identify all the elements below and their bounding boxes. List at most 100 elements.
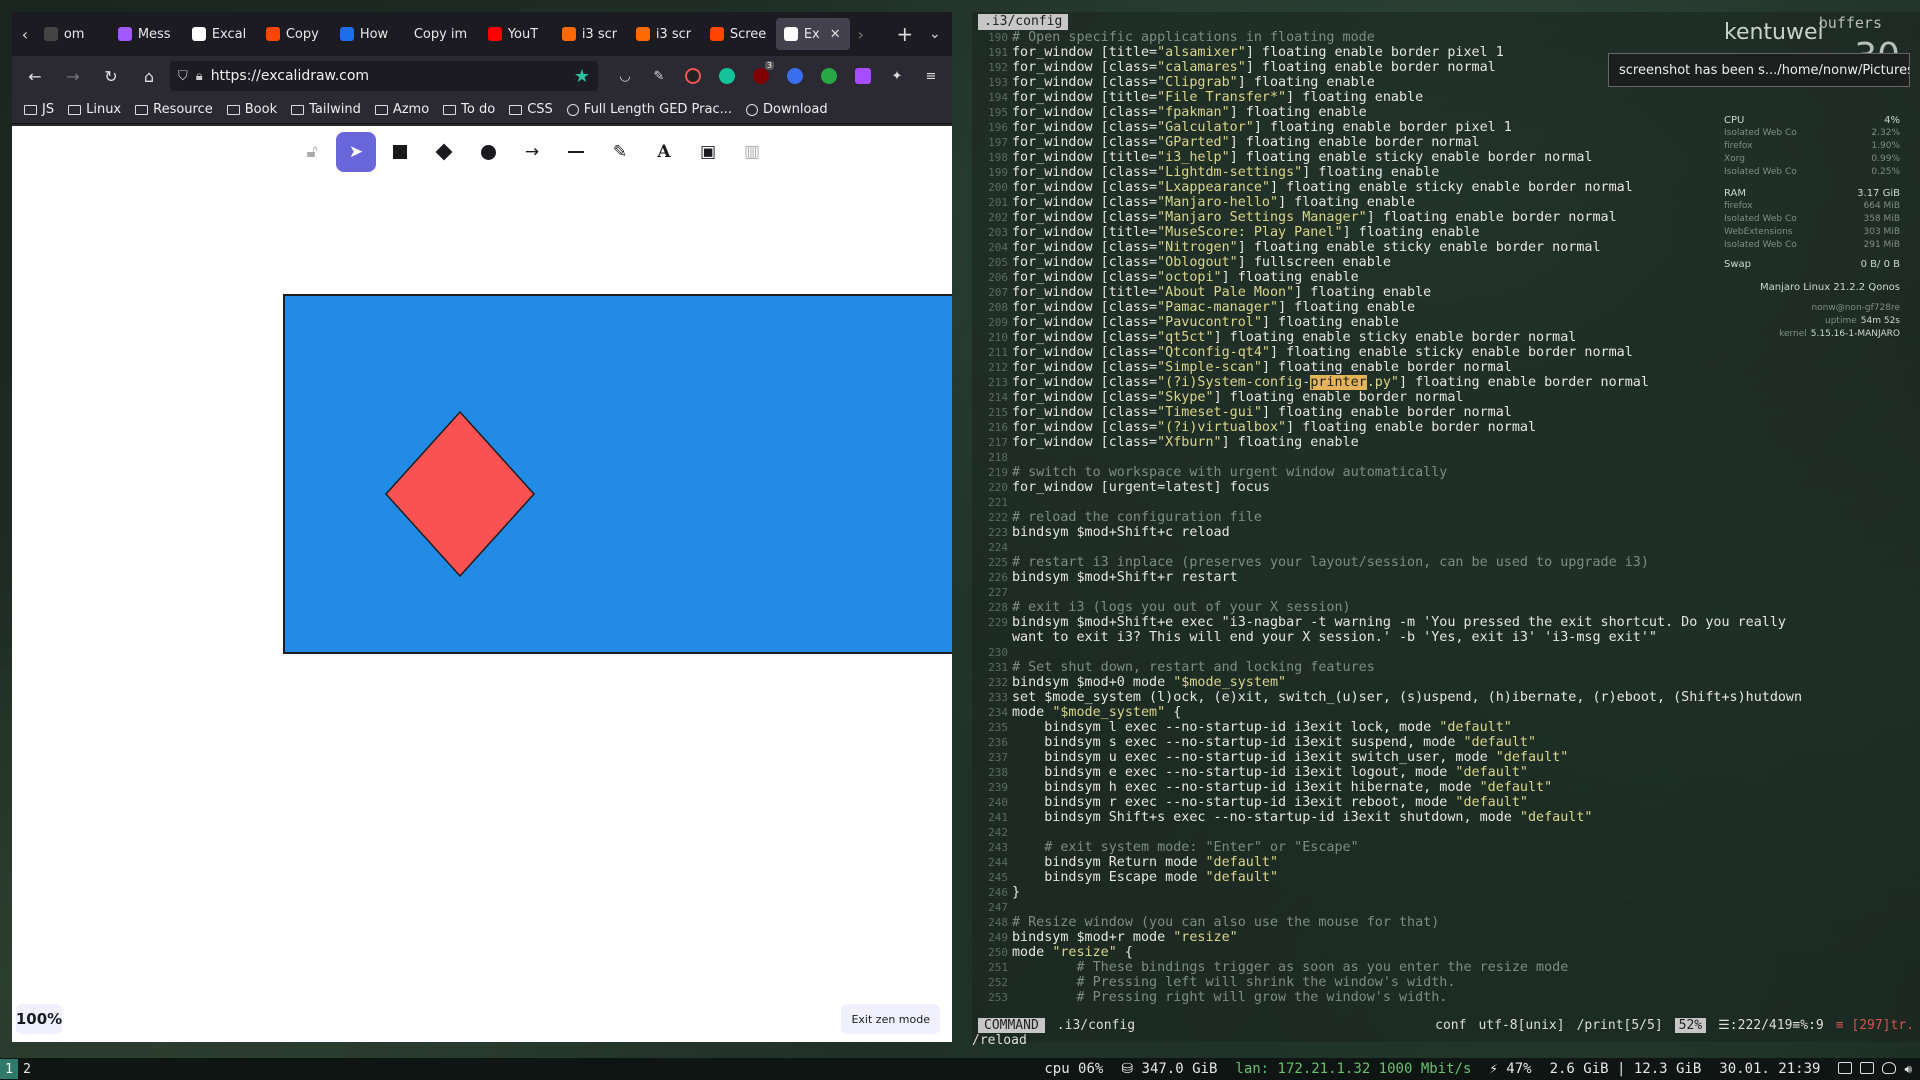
code-line[interactable]: 236 bindsym s exec --no-startup-id i3exi… bbox=[972, 735, 1920, 750]
code-line[interactable]: 211 for_window [class="Qtconfig-qt4"] flo… bbox=[972, 345, 1920, 360]
selection-tool-icon[interactable]: ➤ bbox=[336, 132, 376, 172]
red-diamond-shape[interactable] bbox=[382, 410, 538, 578]
code-line[interactable]: 234 mode "$mode_system" { bbox=[972, 705, 1920, 720]
code-line[interactable]: 247 bbox=[972, 900, 1920, 915]
code-line[interactable]: want to exit i3? This will end your X se… bbox=[972, 630, 1920, 645]
code-line[interactable]: 235 bindsym l exec --no-startup-id i3exi… bbox=[972, 720, 1920, 735]
extension-blue-icon[interactable] bbox=[780, 61, 810, 91]
code-line[interactable]: 251 # These bindings trigger as soon as … bbox=[972, 960, 1920, 975]
bookmark-item[interactable]: Azmo bbox=[374, 102, 429, 117]
bookmark-item[interactable]: CSS bbox=[509, 102, 553, 117]
code-line[interactable]: 223 bindsym $mod+Shift+c reload bbox=[972, 525, 1920, 540]
bookmark-item[interactable]: Book bbox=[226, 102, 277, 117]
code-line[interactable]: 246} bbox=[972, 885, 1920, 900]
workspace-2-button[interactable]: 2 bbox=[18, 1059, 36, 1079]
code-line[interactable]: 231 # Set shut down, restart and locking … bbox=[972, 660, 1920, 675]
tab-list-chevron-down-icon[interactable]: ⌄ bbox=[920, 26, 950, 42]
pocket-icon[interactable]: ◡ bbox=[610, 61, 640, 91]
browser-tab[interactable]: Copy bbox=[258, 18, 332, 50]
browser-tab[interactable]: om bbox=[36, 18, 110, 50]
code-line[interactable]: 215 for_window [class="Timeset-gui"] floa… bbox=[972, 405, 1920, 420]
code-line[interactable]: 226 bindsym $mod+Shift+r restart bbox=[972, 570, 1920, 585]
browser-tab[interactable]: i3 scr bbox=[554, 18, 628, 50]
lock-icon[interactable]: 🔒︎ bbox=[196, 69, 203, 84]
code-line[interactable]: 219 # switch to workspace with urgent win… bbox=[972, 465, 1920, 480]
code-line[interactable]: 248 # Resize window (you can also use the… bbox=[972, 915, 1920, 930]
code-line[interactable]: 221 bbox=[972, 495, 1920, 510]
ellipse-tool-icon[interactable] bbox=[468, 132, 508, 172]
tab-scroll-left-icon[interactable]: ‹ bbox=[14, 25, 36, 44]
code-line[interactable]: 212 for_window [class="Simple-scan"] floa… bbox=[972, 360, 1920, 375]
pencil-tool-icon[interactable]: ✎ bbox=[600, 132, 640, 172]
code-line[interactable]: 216 for_window [class="(?i)virtualbox"] f… bbox=[972, 420, 1920, 435]
browser-tab[interactable]: Excal bbox=[184, 18, 258, 50]
extension-purple-icon[interactable] bbox=[848, 61, 878, 91]
rectangle-tool-icon[interactable] bbox=[380, 132, 420, 172]
diamond-tool-icon[interactable] bbox=[424, 132, 464, 172]
excalidraw-canvas[interactable]: 🔓︎ ➤ → ✎ A ▣ ▥ 100% Exit zen mode bbox=[12, 126, 952, 1042]
code-line[interactable]: 230 bbox=[972, 645, 1920, 660]
tray-window-icon[interactable] bbox=[1838, 1061, 1853, 1074]
new-tab-button[interactable]: + bbox=[890, 22, 920, 46]
tray-shield-icon[interactable] bbox=[1882, 1061, 1897, 1074]
bookmark-item[interactable]: Linux bbox=[68, 102, 121, 117]
code-line[interactable]: 249 bindsym $mod+r mode "resize" bbox=[972, 930, 1920, 945]
home-button[interactable]: ⌂ bbox=[132, 61, 166, 91]
browser-tab[interactable]: i3 scr bbox=[628, 18, 702, 50]
image-tool-icon[interactable]: ▣ bbox=[688, 132, 728, 172]
bookmark-item[interactable]: Download bbox=[746, 102, 828, 117]
code-line[interactable]: 240 bindsym r exec --no-startup-id i3exi… bbox=[972, 795, 1920, 810]
code-line[interactable]: 214 for_window [class="Skype"] floating e… bbox=[972, 390, 1920, 405]
hamburger-menu-icon[interactable]: ≡ bbox=[916, 61, 946, 91]
bookmark-item[interactable]: Tailwind bbox=[291, 102, 361, 117]
extension-green-icon[interactable] bbox=[814, 61, 844, 91]
tray-screen-icon[interactable] bbox=[1860, 1061, 1875, 1074]
code-line[interactable]: 232 bindsym $mod+0 mode "$mode_system" bbox=[972, 675, 1920, 690]
wrench-icon[interactable]: ✎ bbox=[644, 61, 674, 91]
screenshot-notification[interactable]: screenshot has been s.../home/nonw/Pictu… bbox=[1608, 53, 1910, 87]
code-line[interactable]: 222 # reload the configuration file bbox=[972, 510, 1920, 525]
code-line[interactable]: 241 bindsym Shift+s exec --no-startup-id… bbox=[972, 810, 1920, 825]
url-bar[interactable]: ⛉ 🔒︎ https://excalidraw.com ★ bbox=[170, 61, 598, 91]
code-line[interactable]: 242 bbox=[972, 825, 1920, 840]
code-line[interactable]: 220 for_window [urgent=latest] focus bbox=[972, 480, 1920, 495]
grammarly-icon[interactable] bbox=[712, 61, 742, 91]
code-line[interactable]: 253 # Pressing right will grow the windo… bbox=[972, 990, 1920, 1005]
tab-close-icon[interactable]: ✕ bbox=[830, 27, 841, 42]
code-line[interactable]: 239 bindsym h exec --no-startup-id i3exi… bbox=[972, 780, 1920, 795]
shield-icon[interactable]: ⛉ bbox=[178, 69, 188, 84]
workspace-1-button[interactable]: 1 bbox=[0, 1059, 18, 1079]
code-line[interactable]: 250 mode "resize" { bbox=[972, 945, 1920, 960]
bookmark-star-icon[interactable]: ★ bbox=[574, 66, 590, 87]
code-line[interactable]: 218 bbox=[972, 450, 1920, 465]
code-line[interactable]: 238 bindsym e exec --no-startup-id i3exi… bbox=[972, 765, 1920, 780]
zoom-level[interactable]: 100% bbox=[16, 1004, 62, 1034]
back-button[interactable]: ← bbox=[18, 61, 52, 91]
bookmark-item[interactable]: To do bbox=[443, 102, 495, 117]
extensions-puzzle-icon[interactable]: ✦ bbox=[882, 61, 912, 91]
tray-volume-icon[interactable]: 🔊︎ bbox=[1904, 1062, 1912, 1077]
code-line[interactable]: 237 bindsym u exec --no-startup-id i3exi… bbox=[972, 750, 1920, 765]
code-line[interactable]: 225 # restart i3 inplace (preserves your … bbox=[972, 555, 1920, 570]
browser-tab[interactable]: Scree bbox=[702, 18, 776, 50]
code-line[interactable]: 228 # exit i3 (logs you out of your X ses… bbox=[972, 600, 1920, 615]
arrow-tool-icon[interactable]: → bbox=[512, 132, 552, 172]
code-line[interactable]: 229 bindsym $mod+Shift+e exec "i3-nagbar … bbox=[972, 615, 1920, 630]
vim-command-line[interactable]: /reload bbox=[972, 1033, 1027, 1048]
browser-tab[interactable]: Ex ✕ bbox=[775, 18, 850, 50]
code-line[interactable]: 243 # exit system mode: "Enter" or "Esca… bbox=[972, 840, 1920, 855]
browser-tab[interactable]: Mess bbox=[110, 18, 184, 50]
line-tool-icon[interactable] bbox=[556, 132, 596, 172]
code-line[interactable]: 224 bbox=[972, 540, 1920, 555]
library-icon[interactable]: ▥ bbox=[732, 132, 772, 172]
browser-tab[interactable]: Copy im bbox=[406, 18, 480, 50]
code-line[interactable]: 213 for_window [class="(?i)System-config-… bbox=[972, 375, 1920, 390]
lock-icon[interactable]: 🔓︎ bbox=[292, 132, 332, 172]
code-line[interactable]: 217 for_window [class="Xfburn"] floating … bbox=[972, 435, 1920, 450]
code-line[interactable]: 244 bindsym Return mode "default" bbox=[972, 855, 1920, 870]
browser-tab[interactable]: How bbox=[332, 18, 406, 50]
code-line[interactable]: 252 # Pressing left will shrink the wind… bbox=[972, 975, 1920, 990]
bookmark-item[interactable]: Full Length GED Prac... bbox=[566, 102, 732, 117]
text-tool-icon[interactable]: A bbox=[644, 132, 684, 172]
bookmark-item[interactable]: Resource bbox=[135, 102, 213, 117]
